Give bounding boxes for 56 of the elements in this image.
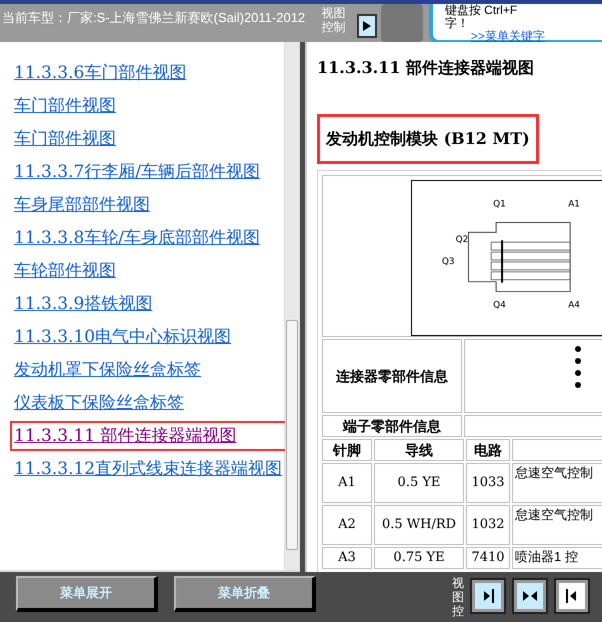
mascot-picture — [381, 4, 423, 42]
help-text: 键盘按 Ctrl+F — [444, 4, 518, 17]
view-control-label: 视图控 — [452, 576, 465, 618]
arrow-right-icon — [363, 21, 372, 31]
menu-link[interactable]: 发动机罩下保险丝盒标签 — [14, 359, 284, 381]
page-title: 11.3.3.11 部件连接器端视图 — [317, 57, 536, 79]
menu-link[interactable]: 11.3.3.9搭铁视图 — [14, 293, 284, 315]
scrollbar-thumb[interactable] — [286, 320, 298, 550]
menu-link[interactable]: 车门部件视图 — [14, 95, 284, 117]
view-control-label: 视图控制 — [322, 6, 347, 34]
scrollbar[interactable] — [285, 42, 299, 570]
arrow-icon — [522, 588, 538, 604]
section-heading: 发动机控制模块 (B12 MT) — [317, 114, 539, 164]
column-header: 电路 — [466, 439, 510, 461]
vehicle-model-label: 当前车型：厂家:S-上海雪佛兰新赛欧(Sail)2011-2012 — [1, 9, 306, 27]
view-split-button[interactable] — [512, 578, 548, 614]
pin-label: Q3 — [442, 256, 454, 267]
menu-link[interactable]: 仪表板下保险丝盒标签 — [14, 392, 284, 414]
menu-link[interactable]: 11.3.3.7行李厢/车辆后部件视图 — [14, 161, 284, 183]
table-cell: 0.5 WH/RD — [374, 505, 464, 545]
pin-label: Q1 — [493, 200, 506, 210]
menu-link[interactable]: 车身尾部部件视图 — [14, 194, 284, 216]
pin-label: Q4 — [493, 300, 506, 310]
bullet-icon — [575, 358, 581, 364]
table-cell: 连接器零部件信息 — [322, 339, 462, 413]
table-cell: 0.5 YE — [374, 463, 464, 503]
table-cell: 1033 — [466, 463, 510, 503]
bullet-icon — [575, 370, 581, 376]
pin-label: A1 — [568, 200, 580, 210]
bullet-icon — [575, 382, 581, 388]
menu-link[interactable]: 11.3.3.6车门部件视图 — [14, 62, 284, 84]
menu-link[interactable]: 11.3.3.12直列式线束连接器端视图 — [14, 458, 284, 480]
view-toggle-button[interactable] — [357, 14, 378, 38]
table-cell: 怠速空气控制 — [512, 463, 602, 503]
table-cell: 0.75 YE — [374, 547, 464, 569]
help-text: 字！ — [444, 17, 470, 30]
bullet-icon — [575, 346, 581, 352]
pin-label: A4 — [568, 300, 580, 310]
menu-link[interactable]: 11.3.3.10电气中心标识视图 — [14, 326, 284, 348]
table-cell: 喷油器1 控 — [512, 547, 602, 569]
menu-keyword-link[interactable]: >>菜单关键字 — [470, 29, 545, 42]
column-header: 导线 — [374, 439, 464, 461]
table-cell: 1032 — [466, 505, 510, 545]
table-cell: 怠速空气控制 — [512, 505, 602, 545]
pin-label: Q2 — [456, 235, 468, 246]
view-collapse-button[interactable] — [554, 578, 590, 614]
menu-link[interactable]: 11.3.3.8车轮/车身底部部件视图 — [14, 227, 284, 249]
table-cell: 端子零部件信息 — [322, 415, 462, 437]
view-expand-button[interactable] — [470, 578, 506, 614]
table-cell: A3 — [322, 547, 372, 569]
table-cell: A2 — [322, 505, 372, 545]
column-header: 针脚 — [322, 439, 372, 461]
table-cell: A1 — [322, 463, 372, 503]
table-cell: 7410 — [466, 547, 510, 569]
menu-link[interactable]: 车轮部件视图 — [14, 260, 284, 282]
menu-link[interactable]: 车门部件视图 — [14, 128, 284, 150]
